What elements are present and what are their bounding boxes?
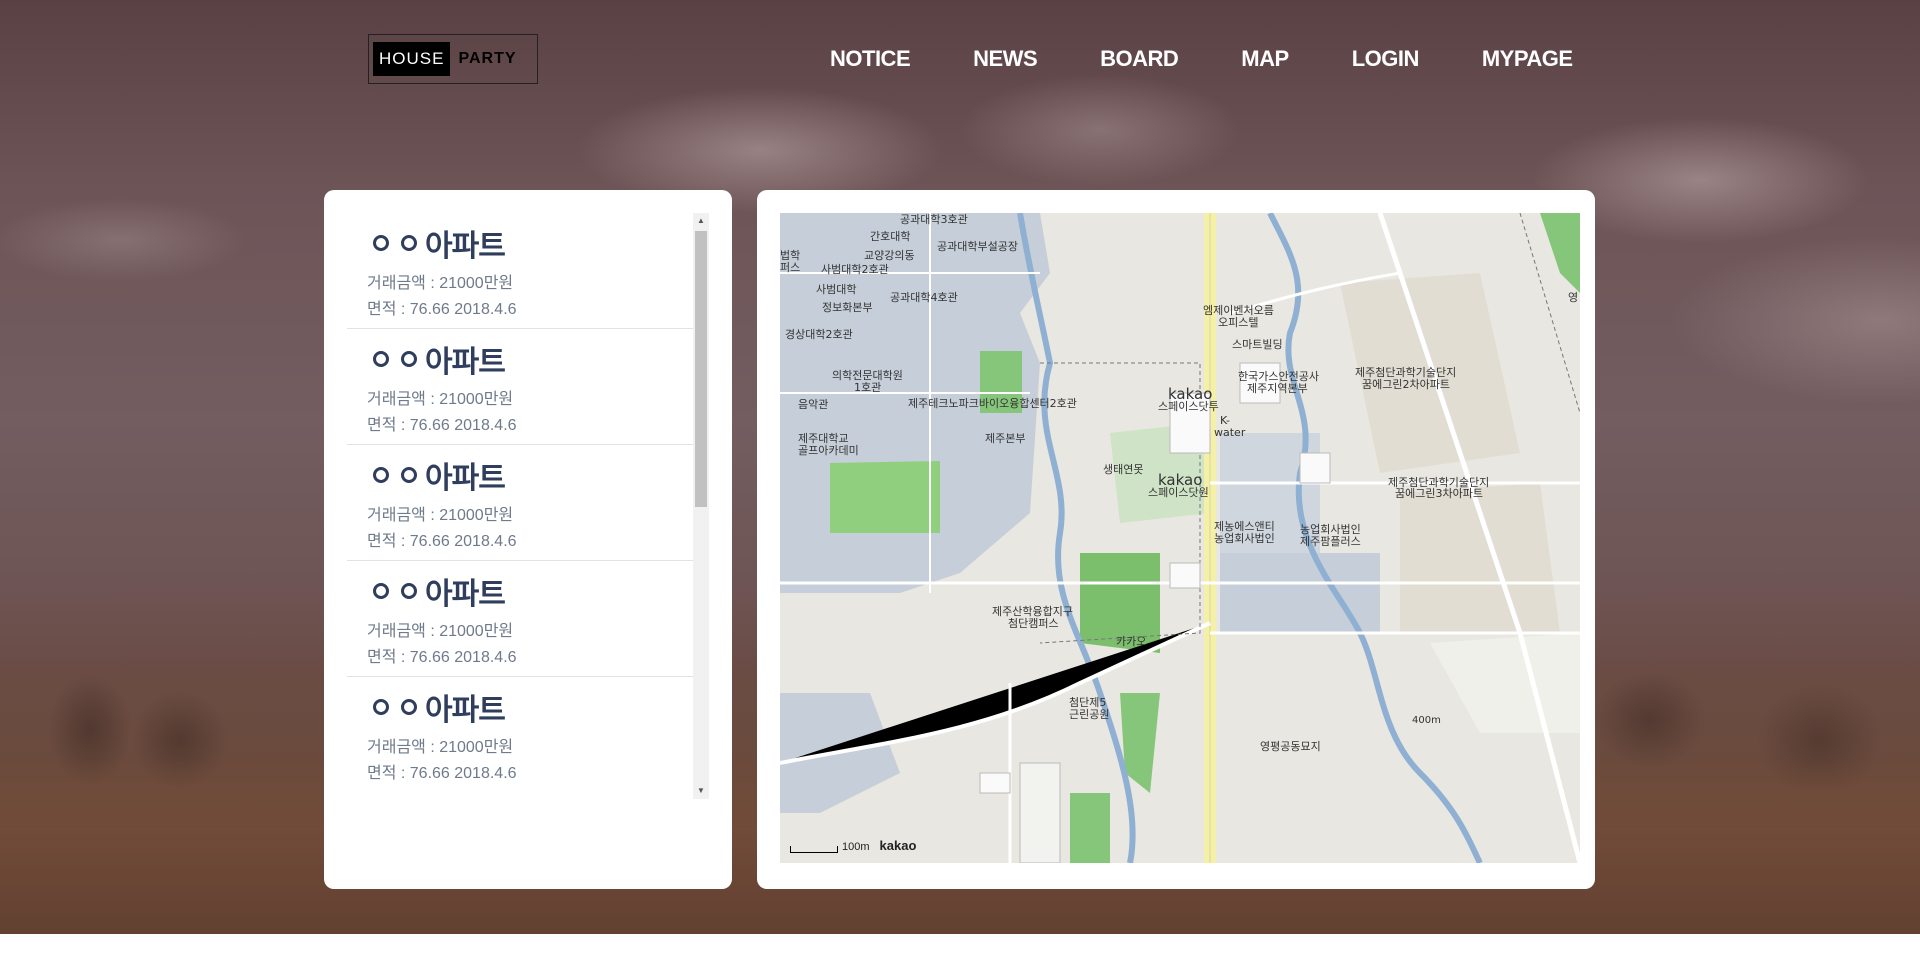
map-canvas: 공과대학3호관 간호대학 공과대학부설공장 교양강의동 법학 퍼스 사범대학2호… <box>780 213 1580 863</box>
nav-login[interactable]: LOGIN <box>1352 46 1420 72</box>
listing-area: 면적 : 76.66 2018.4.6 <box>367 765 517 782</box>
scroll-down-icon[interactable]: ▼ <box>693 783 709 799</box>
circle-icon <box>373 583 389 599</box>
map-label: 첨단캠퍼스 <box>1008 617 1059 630</box>
circle-icon <box>401 467 417 483</box>
listing-area: 면적 : 76.66 2018.4.6 <box>367 301 517 318</box>
listing-item[interactable]: 아파트 거래금액 : 21000만원 면적 : 76.66 2018.4.6 <box>347 561 693 677</box>
listing-title: 아파트 <box>425 346 506 379</box>
map-label: 영 <box>1568 291 1578 304</box>
nav-mypage[interactable]: MYPAGE <box>1482 46 1573 72</box>
listing-title: 아파트 <box>425 578 506 611</box>
listing-area: 면적 : 76.66 2018.4.6 <box>367 533 517 550</box>
logo-house: HOUSE <box>373 42 451 76</box>
listing-price: 거래금액 : 21000만원 <box>367 507 514 524</box>
map-label: 공과대학4호관 <box>890 291 958 304</box>
nav-news[interactable]: NEWS <box>973 46 1038 72</box>
map-view[interactable]: 공과대학3호관 간호대학 공과대학부설공장 교양강의동 법학 퍼스 사범대학2호… <box>780 213 1580 863</box>
listing-name: 아파트 <box>367 455 693 495</box>
map-label: 사범대학2호관 <box>821 263 889 276</box>
map-label: 퍼스 <box>780 261 800 274</box>
map-label: 교양강의동 <box>864 249 915 262</box>
circle-icon <box>373 699 389 715</box>
map-label: 근린공원 <box>1069 708 1109 721</box>
map-label: 스페이스닷원 <box>1148 486 1209 499</box>
map-label: 생태연못 <box>1103 463 1143 476</box>
listing-price: 거래금액 : 21000만원 <box>367 391 514 408</box>
listing-title: 아파트 <box>425 230 506 263</box>
listing-item[interactable]: 아파트 거래금액 : 21000만원 면적 : 76.66 2018.4.6 <box>347 329 693 445</box>
map-label: 공과대학3호관 <box>900 213 968 226</box>
map-panel: 공과대학3호관 간호대학 공과대학부설공장 교양강의동 법학 퍼스 사범대학2호… <box>757 190 1595 889</box>
map-label: 제주지역본부 <box>1247 382 1308 395</box>
scroll-thumb[interactable] <box>695 231 707 507</box>
map-label: 1호관 <box>854 381 881 394</box>
listing-name: 아파트 <box>367 223 693 263</box>
circle-icon <box>401 235 417 251</box>
circle-icon <box>373 467 389 483</box>
logo-party: PARTY <box>458 50 517 67</box>
map-label: 400m <box>1412 715 1441 726</box>
map-label: 제주본부 <box>985 432 1025 445</box>
listing-price: 거래금액 : 21000만원 <box>367 275 514 292</box>
map-label: 농업회사법인 <box>1214 532 1275 545</box>
scroll-up-icon[interactable]: ▲ <box>693 213 709 229</box>
circle-icon <box>401 351 417 367</box>
nav-board[interactable]: BOARD <box>1100 46 1179 72</box>
map-label: 간호대학 <box>870 230 910 243</box>
map-label: 꿈에그린3차아파트 <box>1395 487 1483 500</box>
map-label: 음악관 <box>798 398 828 411</box>
map-label: water <box>1214 426 1246 439</box>
listing-area: 면적 : 76.66 2018.4.6 <box>367 417 517 434</box>
circle-icon <box>373 235 389 251</box>
listing-panel: 아파트 거래금액 : 21000만원 면적 : 76.66 2018.4.6 아… <box>324 190 732 889</box>
listing-name: 아파트 <box>367 687 693 727</box>
listing-list: 아파트 거래금액 : 21000만원 면적 : 76.66 2018.4.6 아… <box>347 213 693 790</box>
listing-scrollbar[interactable]: ▲ ▼ <box>693 213 709 799</box>
listing-name: 아파트 <box>367 339 693 379</box>
map-label: 골프아카데미 <box>798 444 859 457</box>
listing-price: 거래금액 : 21000만원 <box>367 623 514 640</box>
listing-price: 거래금액 : 21000만원 <box>367 739 514 756</box>
nav-notice[interactable]: NOTICE <box>830 46 911 72</box>
listing-title: 아파트 <box>425 462 506 495</box>
site-logo[interactable]: HOUSE PARTY <box>368 34 538 84</box>
listing-item[interactable]: 아파트 거래금액 : 21000만원 면적 : 76.66 2018.4.6 <box>347 445 693 561</box>
scale-label: 100m <box>842 841 870 853</box>
listing-area: 면적 : 76.66 2018.4.6 <box>367 649 517 666</box>
map-brand: kakao <box>879 838 917 853</box>
map-scale: 100m kakao <box>790 838 916 853</box>
main-nav: NOTICE NEWS BOARD MAP LOGIN MYPAGE <box>830 46 1573 72</box>
listing-item[interactable]: 아파트 거래금액 : 21000만원 면적 : 76.66 2018.4.6 <box>347 677 693 790</box>
scale-bar <box>790 846 838 853</box>
nav-map[interactable]: MAP <box>1241 46 1289 72</box>
map-label: 경상대학2호관 <box>785 328 853 341</box>
map-label: 영평공동묘지 <box>1260 740 1321 753</box>
map-label: 오피스텔 <box>1218 316 1258 329</box>
map-label: 카카오 <box>1116 635 1146 648</box>
map-label: 공과대학부설공장 <box>937 240 1018 253</box>
map-label: 정보화본부 <box>822 301 873 314</box>
circle-icon <box>401 583 417 599</box>
listing-item[interactable]: 아파트 거래금액 : 21000만원 면적 : 76.66 2018.4.6 <box>347 213 693 329</box>
map-label: 제주팜플러스 <box>1300 535 1361 548</box>
listing-name: 아파트 <box>367 571 693 611</box>
circle-icon <box>401 699 417 715</box>
circle-icon <box>373 351 389 367</box>
map-label: 사범대학 <box>816 283 856 296</box>
map-label: 꿈에그린2차아파트 <box>1362 378 1450 391</box>
listing-title: 아파트 <box>425 694 506 727</box>
map-label: 스페이스닷투 <box>1158 400 1219 413</box>
map-label: 스마트빌딩 <box>1232 338 1283 351</box>
map-label: 제주테크노파크바이오융합센터2호관 <box>908 397 1077 410</box>
